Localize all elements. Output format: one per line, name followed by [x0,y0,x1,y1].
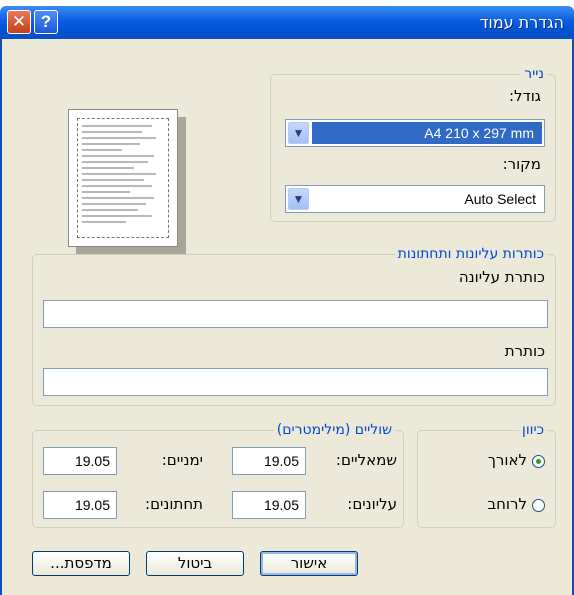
title-bar[interactable]: ✕ ? הגדרת עמוד [0,6,574,39]
margin-bottom-input[interactable]: 19.05 [43,491,117,519]
page-setup-dialog: ✕ ? הגדרת עמוד נייר גודל: ▼ A4 210 x 297… [0,0,574,595]
preview-text-line [82,209,138,211]
help-icon[interactable]: ? [34,10,58,34]
paper-group: נייר גודל: ▼ A4 210 x 297 mm מקור: ▼ Aut… [270,66,556,222]
preview-text-line [82,125,152,127]
page-preview [68,109,178,247]
paper-size-label: גודל: [508,87,541,105]
ok-button[interactable]: אישור [260,551,358,576]
orientation-group: כיוון לאורך לרוחב [417,422,556,528]
preview-text-line [82,167,134,169]
margin-top-label: עליונים: [347,495,397,513]
paper-source-value: Auto Select [464,191,536,207]
margin-left-input[interactable]: 19.05 [232,447,306,475]
header-label: כותרת עליונה [458,268,545,286]
chevron-down-icon[interactable]: ▼ [288,122,309,144]
page-preview-margins [77,118,169,238]
preview-text-line [82,215,152,217]
preview-text-line [82,197,154,199]
paper-source-select[interactable]: ▼ Auto Select [285,185,545,213]
margin-bottom-label: תחתונים: [145,495,203,513]
preview-text-line [82,155,154,157]
preview-text-line [82,173,156,175]
chevron-down-icon[interactable]: ▼ [288,188,309,210]
landscape-radio[interactable] [532,499,545,512]
portrait-label[interactable]: לאורך [488,451,527,469]
preview-text-line [82,131,142,133]
printer-button[interactable]: מדפסת... [32,551,130,576]
portrait-radio[interactable] [532,455,545,468]
dialog-body: נייר גודל: ▼ A4 210 x 297 mm מקור: ▼ Aut… [0,39,574,595]
preview-text-line [82,185,152,187]
orientation-legend: כיוון [519,422,547,438]
preview-text-line [82,149,122,151]
window-title: הגדרת עמוד [479,13,564,32]
margins-legend: שוליים (מילימטרים) [273,422,395,438]
paper-source-label: מקור: [502,155,541,173]
preview-text-line [82,161,148,163]
preview-text-line [82,179,144,181]
headers-footers-legend: כותרות עליונות ותחתונות [394,246,547,262]
footer-input[interactable] [43,368,548,396]
paper-size-select[interactable]: ▼ A4 210 x 297 mm [285,119,545,147]
preview-text-line [82,137,156,139]
margin-top-input[interactable]: 19.05 [232,491,306,519]
margin-right-label: ימניים: [161,451,203,469]
preview-text-line [82,143,140,145]
margins-group: שוליים (מילימטרים) שמאליים: 19.05 ימניים… [32,422,404,528]
header-input[interactable] [43,300,548,328]
footer-label: כותרת [504,342,545,360]
preview-text-line [82,203,146,205]
margin-right-input[interactable]: 19.05 [43,447,117,475]
close-icon[interactable]: ✕ [7,10,31,34]
cancel-button[interactable]: ביטול [146,551,244,576]
paper-legend: נייר [521,66,547,82]
landscape-label[interactable]: לרוחב [487,495,527,513]
margin-left-label: שמאליים: [335,451,397,469]
preview-text-line [82,221,126,223]
headers-footers-group: כותרות עליונות ותחתונות כותרת עליונה כות… [32,246,556,406]
preview-text-line [82,191,130,193]
paper-size-value: A4 210 x 297 mm [312,122,542,144]
